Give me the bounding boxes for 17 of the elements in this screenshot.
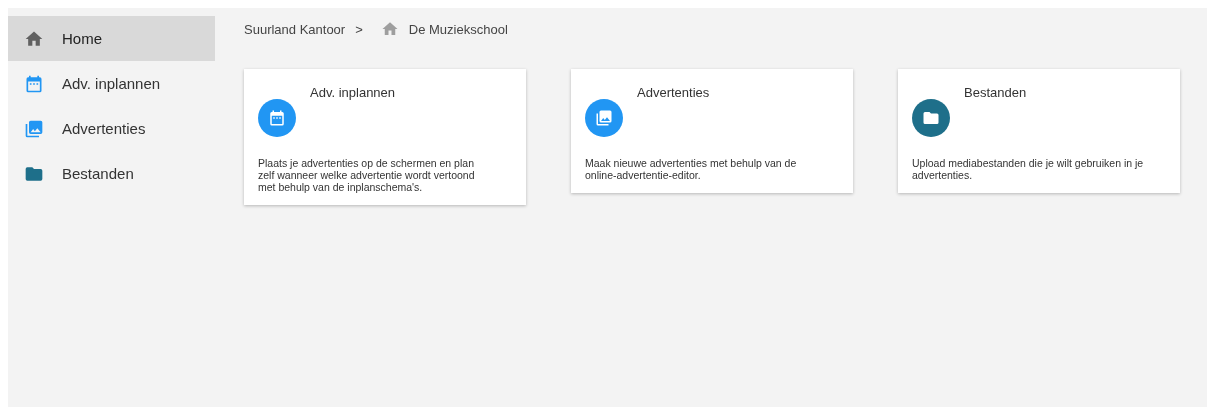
sidebar-item[interactable]: Bestanden [8, 151, 215, 196]
breadcrumb-current: De Muziekschool [408, 21, 508, 37]
breadcrumb-link[interactable]: Suurland Kantoor [244, 21, 346, 37]
breadcrumb-separator: > [355, 21, 363, 37]
card-description: Maak nieuwe advertenties met behulp van de online-advertentie-editor. [585, 157, 798, 181]
sidebar-item[interactable]: Adv. inplannen [8, 61, 215, 106]
card[interactable]: Bestanden Upload mediabestanden die je wilt gebruiken in je advertenties. [898, 69, 1180, 193]
sidebar-item[interactable]: Advertenties [8, 106, 215, 151]
card[interactable]: Advertenties Maak nieuwe advertenties met behulp van de online-advertentie-editor. [571, 69, 853, 193]
card-title: Bestanden [964, 85, 1027, 100]
card-title: Advertenties [637, 85, 710, 100]
card-description: Plaats je advertenties op de schermen en plan zelf wanneer welke advertentie wordt vertoond met behulp van de inplanschema's. [258, 157, 476, 193]
card-description: Upload mediabestanden die je wilt gebruiken in je advertenties. [912, 157, 1145, 181]
sidebar-item[interactable]: Home [8, 16, 215, 61]
home-icon [380, 20, 399, 38]
card[interactable]: Adv. inplannen Plaats je advertenties op de schermen en plan zelf wanneer welke advertentie wordt vertoond met behulp van de inplanschema's. [244, 69, 526, 205]
card-title: Adv. inplannen [310, 85, 396, 100]
